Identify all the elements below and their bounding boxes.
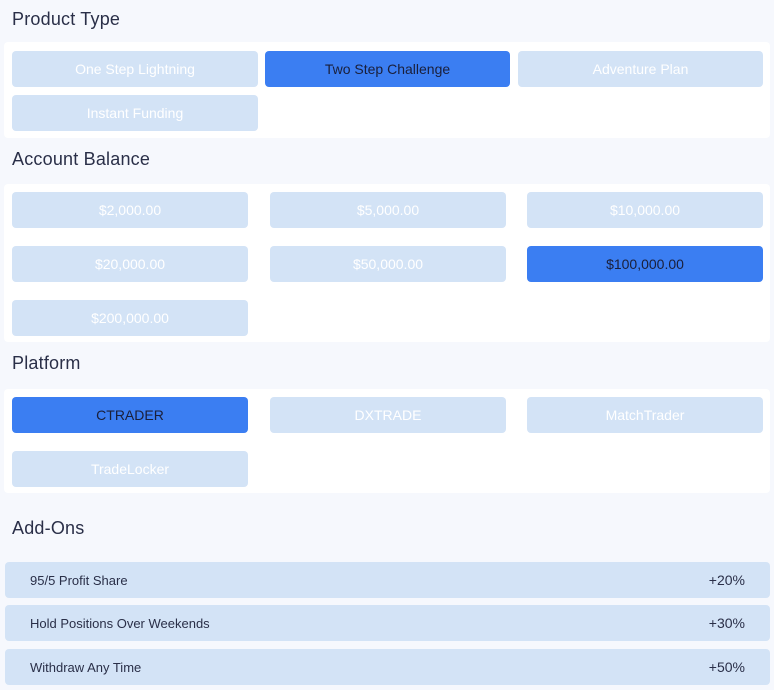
addon-price: +30% (708, 615, 745, 631)
addon-label: Withdraw Any Time (30, 659, 142, 675)
addon-price: +20% (708, 572, 745, 588)
platform-ctrader[interactable]: CTRADER (12, 397, 248, 433)
addon-label: 95/5 Profit Share (30, 572, 128, 588)
addon-withdraw-any-time[interactable]: Withdraw Any Time +50% (5, 649, 770, 685)
balance-5000[interactable]: $5,000.00 (270, 192, 506, 228)
platform-panel: CTRADER DXTRADE MatchTrader TradeLocker (4, 389, 770, 493)
addons-title: Add-Ons (12, 518, 85, 538)
product-type-panel: One Step Lightning Two Step Challenge Ad… (4, 42, 770, 138)
balance-2000[interactable]: $2,000.00 (12, 192, 248, 228)
addon-profit-share[interactable]: 95/5 Profit Share +20% (5, 562, 770, 598)
platform-tradelocker[interactable]: TradeLocker (12, 451, 248, 487)
addon-price: +50% (708, 659, 745, 675)
platform-dxtrade[interactable]: DXTRADE (270, 397, 506, 433)
product-type-two-step-challenge[interactable]: Two Step Challenge (265, 51, 510, 87)
addon-hold-weekends[interactable]: Hold Positions Over Weekends +30% (5, 605, 770, 641)
balance-20000[interactable]: $20,000.00 (12, 246, 248, 282)
product-type-title: Product Type (12, 9, 121, 29)
balance-200000[interactable]: $200,000.00 (12, 300, 248, 336)
platform-matchtrader[interactable]: MatchTrader (527, 397, 763, 433)
account-balance-panel: $2,000.00 $5,000.00 $10,000.00 $20,000.0… (4, 184, 770, 342)
balance-10000[interactable]: $10,000.00 (527, 192, 763, 228)
product-type-instant-funding[interactable]: Instant Funding (12, 95, 258, 131)
balance-50000[interactable]: $50,000.00 (270, 246, 506, 282)
addon-label: Hold Positions Over Weekends (30, 615, 210, 631)
platform-title: Platform (12, 353, 81, 373)
product-type-adventure-plan[interactable]: Adventure Plan (518, 51, 763, 87)
product-type-one-step-lightning[interactable]: One Step Lightning (12, 51, 258, 87)
balance-100000[interactable]: $100,000.00 (527, 246, 763, 282)
account-balance-title: Account Balance (12, 149, 151, 169)
